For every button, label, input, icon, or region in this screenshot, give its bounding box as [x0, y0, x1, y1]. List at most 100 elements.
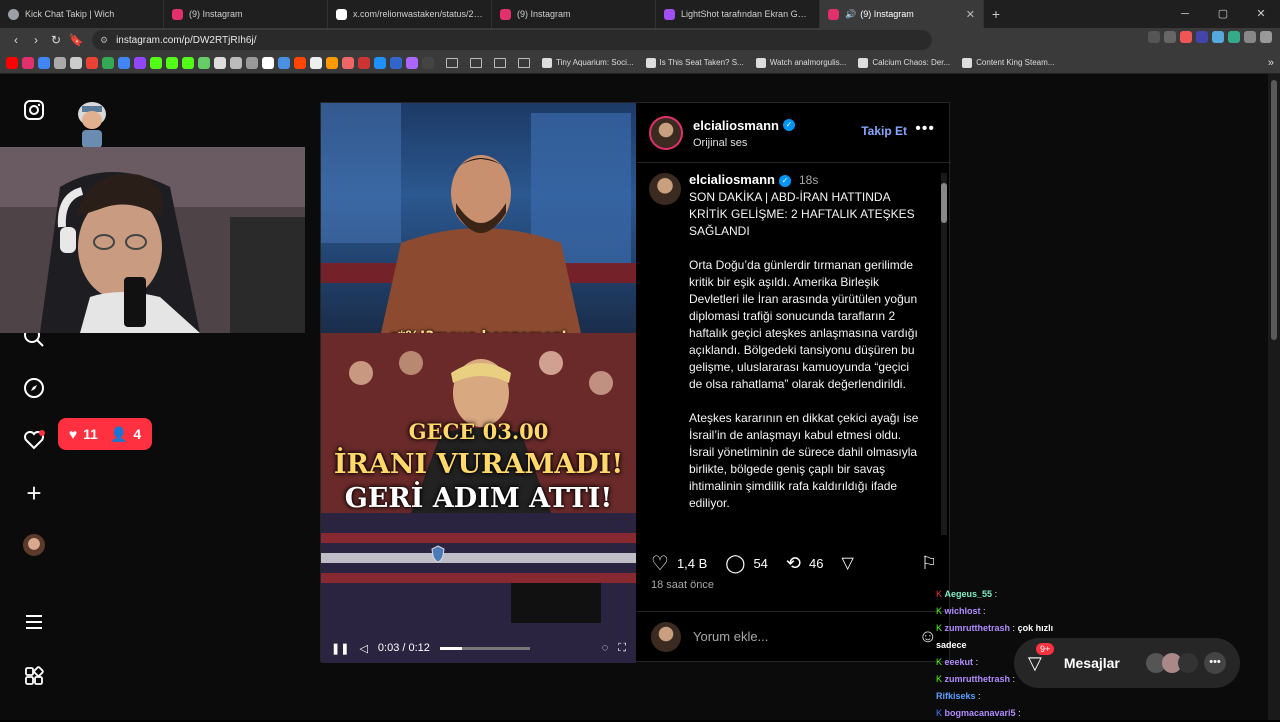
pause-icon[interactable]: ❚❚: [331, 642, 349, 655]
kick-bookmark-icon[interactable]: [166, 56, 178, 69]
bookmark-link[interactable]: Content King Steam...: [962, 57, 1054, 68]
bookmark-icon[interactable]: [198, 56, 210, 69]
back-button[interactable]: ‹: [6, 33, 26, 47]
bookmark-link[interactable]: Tiny Aquarium: Soci...: [542, 57, 634, 68]
forward-button[interactable]: ›: [26, 33, 46, 47]
extension-icon[interactable]: [1180, 31, 1192, 43]
site-info-icon[interactable]: ⚙: [100, 35, 108, 46]
explore-icon[interactable]: [22, 376, 46, 400]
instagram-logo-icon[interactable]: [22, 98, 46, 122]
bookmark-icon[interactable]: [230, 56, 242, 69]
folder-icon[interactable]: [470, 57, 482, 68]
menu-icon[interactable]: [22, 610, 46, 634]
bookmark-icon[interactable]: [54, 56, 66, 69]
folder-icon[interactable]: [518, 57, 530, 68]
folder-icon[interactable]: [446, 57, 458, 68]
bookmark-icon[interactable]: [246, 56, 258, 69]
bookmark-icon[interactable]: [310, 56, 322, 69]
more-icon[interactable]: •••: [1204, 652, 1226, 674]
bookmark-icon[interactable]: [406, 56, 418, 69]
extension-icon[interactable]: [1164, 31, 1176, 43]
audio-label[interactable]: Orijinal ses: [693, 137, 795, 149]
nav-bar: ‹ › ↻ 🔖 ⚙ instagram.com/p/DW2RTjRIh6j/: [0, 28, 1280, 52]
caption-scrollbar[interactable]: [941, 173, 947, 535]
window-controls: ─ ▢ ✕: [1166, 0, 1280, 28]
close-tab-icon[interactable]: ✕: [966, 8, 975, 21]
instagram-bookmark-icon[interactable]: [22, 56, 34, 69]
close-window-button[interactable]: ✕: [1242, 0, 1280, 28]
youtube-bookmark-icon[interactable]: [6, 56, 18, 69]
bookmark-icon[interactable]: [358, 56, 370, 69]
chat-message: K wichlost :: [936, 606, 986, 616]
bookmark-icon[interactable]: [390, 56, 402, 69]
create-plus-icon[interactable]: +: [22, 478, 46, 508]
kick-bookmark-icon[interactable]: [182, 56, 194, 69]
fullscreen-icon[interactable]: ⛶: [618, 642, 626, 655]
notifications-heart-icon[interactable]: [22, 428, 46, 452]
maximize-button[interactable]: ▢: [1204, 0, 1242, 28]
comment-input[interactable]: Yorum ekle...: [693, 629, 919, 644]
chat-username: zumrutthetrash: [944, 674, 1011, 684]
bookmark-icon[interactable]: [70, 56, 82, 69]
drive-bookmark-icon[interactable]: [102, 56, 114, 69]
bookmark-icon[interactable]: [278, 56, 290, 69]
bookmark-link[interactable]: Is This Seat Taken? S...: [645, 57, 744, 68]
post-video[interactable]: s*%!?meye benzemez! GECE 03.00 İRANI VUR…: [321, 103, 636, 663]
emoji-icon[interactable]: ☺: [919, 626, 937, 647]
bookmark-icon[interactable]: [38, 56, 50, 69]
comment-icon[interactable]: ◯: [725, 553, 745, 574]
likes-count[interactable]: 1,4 B: [677, 556, 707, 571]
bookmark-link[interactable]: Watch analmorgulis...: [755, 57, 846, 68]
messages-bar[interactable]: ▽ 9+ Mesajlar •••: [1014, 638, 1240, 688]
extension-icon[interactable]: [1244, 31, 1256, 43]
apps-grid-icon[interactable]: [22, 664, 46, 688]
extension-icon[interactable]: [1212, 31, 1224, 43]
save-bookmark-icon[interactable]: ⚐: [921, 553, 937, 574]
bookmark-icon[interactable]: [422, 56, 434, 69]
bookmark-icon[interactable]: [214, 56, 226, 69]
x-bookmark-icon[interactable]: [262, 56, 274, 69]
address-bar[interactable]: ⚙ instagram.com/p/DW2RTjRIh6j/: [92, 30, 932, 50]
browser-tab[interactable]: Kick Chat Takip | Wich: [0, 0, 164, 28]
bookmark-icon[interactable]: 🔖: [66, 33, 86, 47]
repost-icon[interactable]: ⟲: [786, 553, 801, 574]
amazon-bookmark-icon[interactable]: [326, 56, 338, 69]
more-options-icon[interactable]: •••: [915, 120, 935, 138]
reddit-bookmark-icon[interactable]: [294, 56, 306, 69]
browser-tab-active[interactable]: 🔊 (9) Instagram ✕: [820, 0, 984, 28]
extension-icon[interactable]: [1196, 31, 1208, 43]
page-scrollbar[interactable]: [1268, 74, 1280, 720]
minimize-button[interactable]: ─: [1166, 0, 1204, 28]
new-tab-button[interactable]: +: [984, 6, 1008, 22]
bookmark-icon[interactable]: [342, 56, 354, 69]
browser-tab[interactable]: (9) Instagram: [492, 0, 656, 28]
profile-avatar[interactable]: [22, 533, 46, 557]
notification-popup[interactable]: ♥ 11 👤 4: [58, 418, 152, 450]
bookmark-icon[interactable]: [374, 56, 386, 69]
author-username[interactable]: elcialiosmann: [693, 118, 779, 133]
bookmark-link[interactable]: Calcium Chaos: Der...: [858, 57, 950, 68]
extension-icon[interactable]: [1228, 31, 1240, 43]
like-heart-icon[interactable]: ♡: [651, 551, 669, 576]
kick-bookmark-icon[interactable]: [150, 56, 162, 69]
caption-author-avatar[interactable]: [649, 173, 683, 207]
follow-button[interactable]: Takip Et: [861, 124, 907, 138]
browser-tab[interactable]: LightShot tarafından Ekran Görüntüs: [656, 0, 820, 28]
gmail-bookmark-icon[interactable]: [86, 56, 98, 69]
volume-icon[interactable]: ◁: [359, 642, 367, 655]
twitch-bookmark-icon[interactable]: [134, 56, 146, 69]
reload-button[interactable]: ↻: [46, 33, 66, 47]
caption-username[interactable]: elcialiosmann: [689, 172, 775, 187]
author-avatar[interactable]: [649, 115, 683, 150]
extension-icon[interactable]: [1260, 31, 1272, 43]
url-text: instagram.com/p/DW2RTjRIh6j/: [116, 34, 257, 46]
settings-icon[interactable]: ◌: [602, 642, 609, 654]
extension-icon[interactable]: [1148, 31, 1160, 43]
browser-tab[interactable]: (9) Instagram: [164, 0, 328, 28]
folder-icon[interactable]: [494, 57, 506, 68]
browser-tab[interactable]: x.com/relionwastaken/status/204002: [328, 0, 492, 28]
bookmark-icon[interactable]: [118, 56, 130, 69]
share-icon[interactable]: ▽: [841, 553, 853, 573]
more-bookmarks-icon[interactable]: »: [1268, 57, 1274, 69]
video-progress-bar[interactable]: [439, 646, 530, 650]
